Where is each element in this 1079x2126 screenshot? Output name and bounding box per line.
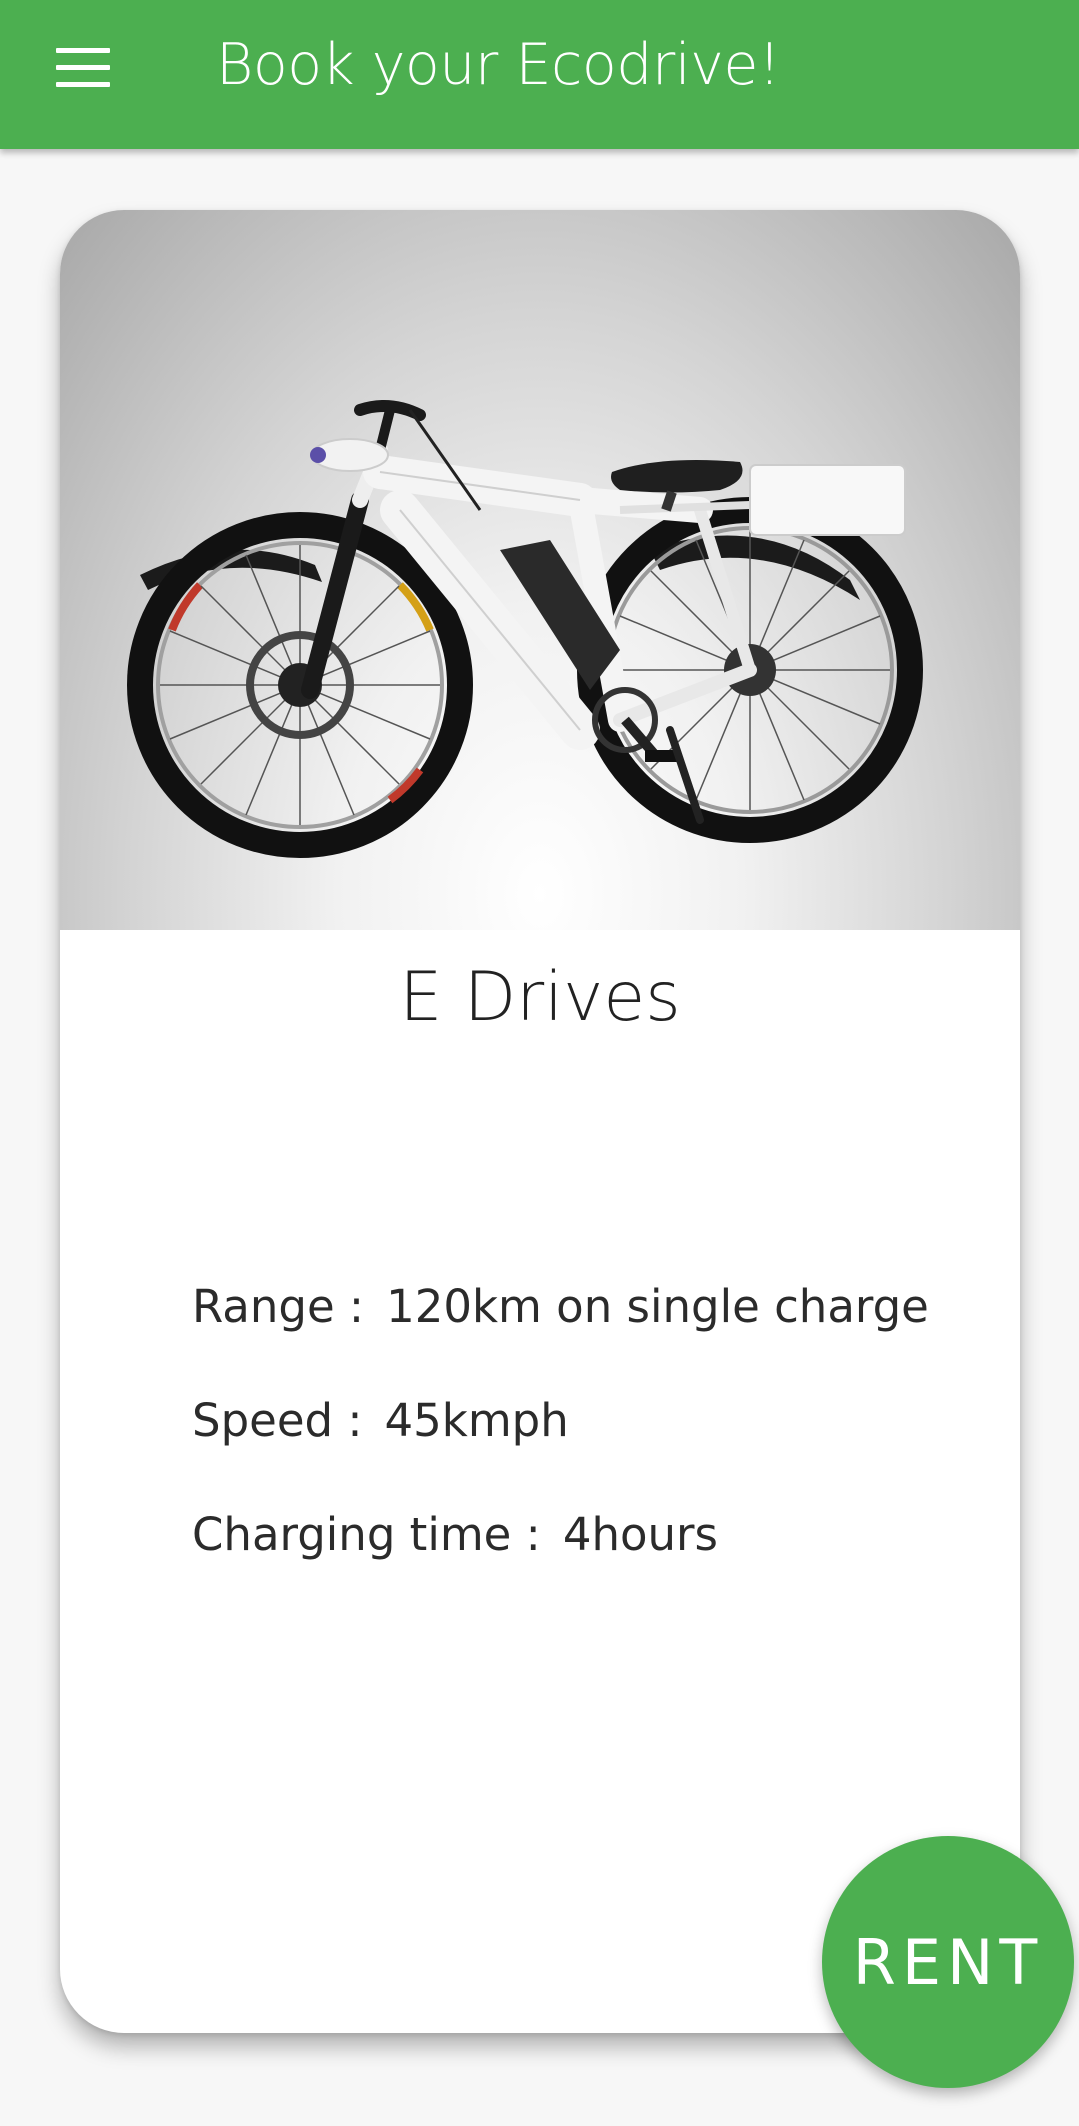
vehicle-card: E Drives Range : 120km on single charge S… — [60, 210, 1020, 2033]
spec-speed: Speed : 45kmph — [192, 1394, 569, 1447]
page-title: Book your Ecodrive! — [216, 32, 781, 98]
bike-image — [60, 210, 1020, 930]
menu-button[interactable] — [40, 34, 126, 98]
rent-button[interactable]: RENT — [822, 1836, 1074, 2088]
vehicle-name: E Drives — [399, 958, 681, 1037]
spec-value: 4hours — [562, 1508, 718, 1561]
app-bar: Book your Ecodrive! — [0, 0, 1079, 149]
spec-value: 120km on single charge — [386, 1280, 929, 1333]
spec-range: Range : 120km on single charge — [192, 1280, 929, 1333]
spec-label: Range : — [192, 1280, 365, 1333]
spec-charging-time: Charging time : 4hours — [192, 1508, 718, 1561]
spec-label: Charging time : — [192, 1508, 541, 1561]
spec-label: Speed : — [192, 1394, 363, 1447]
spec-value: 45kmph — [384, 1394, 569, 1447]
electric-bicycle-illustration — [127, 400, 923, 858]
